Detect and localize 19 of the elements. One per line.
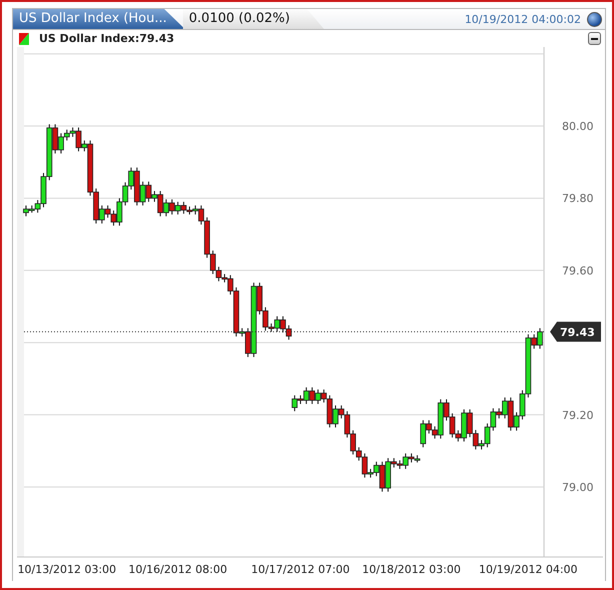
x-axis-label: 10/19/2012 04:00 (478, 563, 578, 576)
price-change: 0.0100 (0.02%) (182, 9, 324, 29)
y-axis-label: 79.60 (562, 264, 594, 278)
legend-label: US Dollar Index:79.43 (39, 32, 174, 45)
x-axis-label: 10/16/2012 08:00 (128, 563, 228, 576)
price-tag (550, 322, 601, 342)
x-axis-label: 10/13/2012 03:00 (18, 563, 116, 576)
globe-icon[interactable] (587, 12, 602, 26)
x-axis-label: 10/17/2012 07:00 (251, 563, 350, 576)
current-price-label: 79.43 (560, 326, 595, 339)
y-axis-label: 80.00 (562, 120, 594, 134)
y-axis-label: 79.20 (562, 408, 594, 422)
chart-tab[interactable]: US Dollar Index (Hou... (13, 9, 185, 29)
y-axis-label: 79.00 (562, 480, 594, 494)
y-axis-label: 79.80 (562, 192, 594, 206)
minimize-button[interactable] (588, 32, 601, 45)
up-down-flag-icon (19, 32, 29, 44)
x-axis-label: 10/18/2012 03:00 (362, 563, 461, 576)
timestamp: 10/19/2012 04:00:02 (464, 12, 581, 26)
